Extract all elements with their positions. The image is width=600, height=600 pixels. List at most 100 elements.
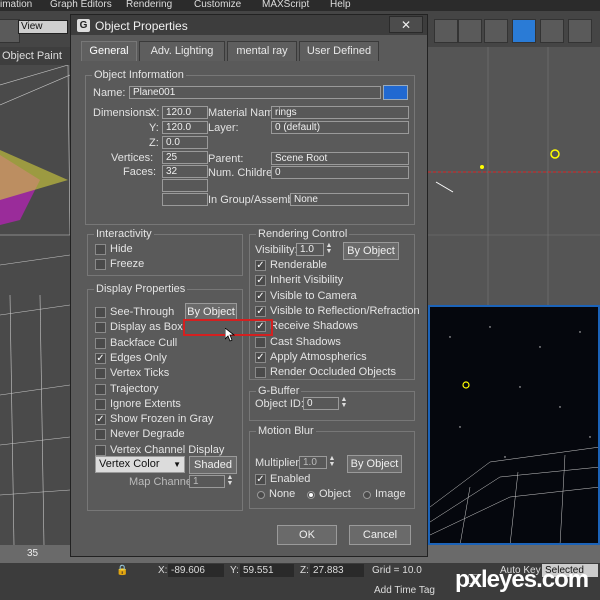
display-vertex-ticks-checkbox[interactable]: [95, 368, 106, 380]
display-backface-cull-label: Backface Cull: [110, 336, 178, 349]
timeline-tick: 35: [27, 548, 39, 559]
dim-z-field[interactable]: 0.0: [162, 136, 208, 149]
dim-x-field[interactable]: 120.0: [162, 106, 208, 119]
add-time-tag[interactable]: Add Time Tag: [374, 585, 435, 596]
object-id-label: Object ID:: [255, 398, 304, 410]
menu-rendering[interactable]: Rendering: [126, 0, 172, 10]
name-label: Name:: [93, 87, 126, 99]
render-apply-atmospherics-checkbox[interactable]: ✓: [255, 351, 266, 363]
visibility-by-object-button[interactable]: By Object: [343, 242, 399, 260]
display-display-as-box-label: Display as Box: [110, 321, 183, 334]
in-group-field[interactable]: None: [290, 193, 409, 206]
render-cast-shadows-label: Cast Shadows: [270, 335, 341, 348]
tab-mental-ray[interactable]: mental ray: [227, 41, 297, 61]
layer-field[interactable]: 0 (default): [271, 121, 409, 134]
menu-animation[interactable]: imation: [0, 0, 32, 10]
object-paint-bar[interactable]: Object Paint: [0, 47, 70, 65]
lock-icon[interactable]: 🔒: [116, 565, 128, 576]
ok-button[interactable]: OK: [277, 525, 337, 545]
motion-blur-title: Motion Blur: [256, 425, 316, 437]
dim-y-label: Y:: [149, 122, 159, 134]
object-id-spinner[interactable]: ▲ ▼: [340, 396, 348, 410]
dim-y-field[interactable]: 120.0: [162, 121, 208, 134]
display-never-degrade-checkbox[interactable]: [95, 429, 106, 441]
display-display-as-box-checkbox[interactable]: [95, 322, 106, 334]
hide-checkbox[interactable]: [95, 244, 106, 255]
status-x-field[interactable]: -89.606: [168, 564, 224, 577]
render-inherit-visibility-checkbox[interactable]: ✓: [255, 275, 266, 287]
dialog-titlebar[interactable]: G Object Properties ✕: [71, 15, 427, 35]
viewport-perspective[interactable]: [0, 65, 70, 545]
hide-label: Hide: [110, 243, 133, 255]
map-channel-field[interactable]: 1: [189, 475, 225, 488]
viewport-top[interactable]: [428, 47, 600, 305]
status-y-field[interactable]: 59.551: [240, 564, 294, 577]
display-see-through-checkbox[interactable]: [95, 307, 106, 318]
multiplier-spinner[interactable]: ▲ ▼: [328, 455, 336, 469]
display-show-frozen-in-gray-checkbox[interactable]: ✓: [95, 414, 106, 426]
cancel-button[interactable]: Cancel: [349, 525, 411, 545]
render-renderable-checkbox[interactable]: ✓: [255, 260, 266, 271]
angle-snap-icon[interactable]: [458, 19, 482, 43]
render-visible-to-reflection-refraction-checkbox[interactable]: ✓: [255, 305, 266, 317]
menu-graph-editors[interactable]: Graph Editors: [50, 0, 112, 10]
vertex-color-select[interactable]: Vertex Color ▼: [95, 456, 185, 473]
display-vertex-channel-display-checkbox[interactable]: [95, 444, 106, 456]
object-color-swatch[interactable]: [383, 85, 408, 100]
enabled-checkbox[interactable]: ✓: [255, 474, 266, 485]
parent-label: Parent:: [208, 153, 244, 165]
display-trajectory-checkbox[interactable]: [95, 383, 106, 395]
object-paint-label: Object Paint: [2, 50, 62, 62]
display-edges-only-checkbox[interactable]: ✓: [95, 352, 106, 364]
menu-customize[interactable]: Customize: [194, 0, 241, 10]
none-radio[interactable]: [257, 491, 265, 499]
map-channel-spinner[interactable]: ▲ ▼: [226, 474, 234, 488]
vertex-color-value: Vertex Color: [99, 458, 160, 470]
render-visible-to-camera-checkbox[interactable]: ✓: [255, 290, 266, 302]
menu-help[interactable]: Help: [330, 0, 351, 10]
image-radio[interactable]: [363, 491, 371, 499]
object-properties-dialog: G Object Properties ✕ General Adv. Light…: [70, 14, 428, 557]
render-cast-shadows-checkbox[interactable]: [255, 336, 266, 348]
num-children-field[interactable]: 0: [271, 166, 409, 179]
object-id-field[interactable]: 0: [303, 397, 339, 410]
dialog-title: Object Properties: [95, 19, 188, 33]
motion-blur-by-object-button[interactable]: By Object: [347, 455, 402, 473]
render-render-occluded-objects-checkbox[interactable]: [255, 367, 266, 379]
viewport-grid: [428, 47, 600, 305]
display-backface-cull-checkbox[interactable]: [95, 337, 106, 349]
freeze-checkbox[interactable]: [95, 259, 106, 270]
name-field[interactable]: Plane001: [129, 86, 381, 99]
snap-icon[interactable]: [434, 19, 458, 43]
visibility-field[interactable]: 1.0: [296, 243, 324, 256]
visibility-spinner[interactable]: ▲ ▼: [325, 242, 333, 256]
menu-maxscript[interactable]: MAXScript: [262, 0, 309, 10]
close-button[interactable]: ✕: [389, 16, 423, 33]
vertices-field[interactable]: 25: [162, 151, 208, 164]
select-icon[interactable]: [0, 19, 20, 43]
render-visible-to-camera-label: Visible to Camera: [270, 289, 357, 302]
render-setup-icon[interactable]: [512, 19, 536, 43]
render-render-occluded-objects-label: Render Occluded Objects: [270, 366, 396, 379]
material-name-field[interactable]: rings: [271, 106, 409, 119]
faces-field[interactable]: 32: [162, 165, 208, 178]
tab-adv-lighting[interactable]: Adv. Lighting: [139, 41, 225, 61]
render-icon[interactable]: [568, 19, 592, 43]
enabled-label: Enabled: [270, 473, 311, 485]
display-ignore-extents-checkbox[interactable]: [95, 398, 106, 410]
reference-coordinate-select[interactable]: View: [18, 20, 68, 34]
tab-general[interactable]: General: [81, 41, 137, 61]
dim-z-label: Z:: [149, 137, 159, 149]
object-radio[interactable]: [307, 491, 315, 499]
shaded-button[interactable]: Shaded: [189, 456, 237, 474]
parent-field[interactable]: Scene Root: [271, 152, 409, 165]
render-inherit-visibility-label: Inherit Visibility: [270, 274, 344, 287]
blank-field-1[interactable]: [162, 179, 208, 192]
percent-snap-icon[interactable]: [484, 19, 508, 43]
multiplier-field[interactable]: 1.0: [299, 456, 327, 469]
render-frame-icon[interactable]: [540, 19, 564, 43]
viewport-camera[interactable]: [428, 305, 600, 545]
tab-user-defined[interactable]: User Defined: [299, 41, 379, 61]
blank-field-2[interactable]: [162, 193, 208, 206]
status-z-field[interactable]: 27.883: [310, 564, 364, 577]
